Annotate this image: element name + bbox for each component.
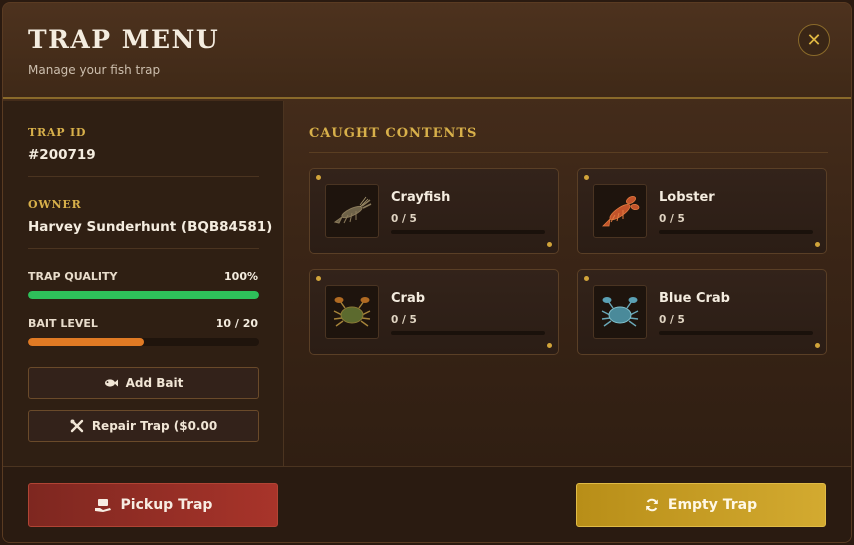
blue-crab-icon xyxy=(593,285,647,339)
catch-card-blue-crab: Blue Crab 0 / 5 xyxy=(577,269,827,355)
corner-rivet xyxy=(815,242,820,247)
refresh-icon xyxy=(646,498,658,512)
repair-trap-button[interactable]: Repair Trap ($0.00 xyxy=(28,410,259,442)
empty-trap-button[interactable]: Empty Trap xyxy=(576,483,826,527)
hand-holding-box-icon xyxy=(94,499,111,512)
empty-trap-label: Empty Trap xyxy=(667,497,758,513)
corner-rivet xyxy=(584,276,589,281)
catch-count: 0 / 5 xyxy=(391,314,417,326)
crab-icon xyxy=(325,285,379,339)
footer-actions: Pickup Trap Empty Trap xyxy=(3,466,851,542)
bait-level-bar xyxy=(28,338,259,346)
bait-level-fill xyxy=(28,338,144,346)
header: TRAP MENU Manage your fish trap ✕ xyxy=(3,3,851,99)
corner-rivet xyxy=(316,175,321,180)
trap-info-sidebar: TRAP ID #200719 OWNER Harvey Sunderhunt … xyxy=(3,101,284,466)
catch-name: Lobster xyxy=(659,190,715,205)
corner-rivet xyxy=(316,276,321,281)
bait-level-label: BAIT LEVEL xyxy=(28,317,98,330)
page-title: TRAP MENU xyxy=(28,25,220,54)
divider xyxy=(28,176,259,177)
section-divider xyxy=(309,152,828,153)
close-icon: ✕ xyxy=(806,29,822,51)
catch-progress-bar xyxy=(659,331,813,335)
pickup-trap-button[interactable]: Pickup Trap xyxy=(28,483,278,527)
corner-rivet xyxy=(815,343,820,348)
trap-quality-fill xyxy=(28,291,259,299)
corner-rivet xyxy=(584,175,589,180)
catch-count: 0 / 5 xyxy=(659,213,685,225)
add-bait-button[interactable]: Add Bait xyxy=(28,367,259,399)
trap-quality-label: TRAP QUALITY xyxy=(28,270,118,283)
owner-value: Harvey Sunderhunt (BQB84581) xyxy=(28,219,273,235)
divider xyxy=(28,248,259,249)
catch-progress-bar xyxy=(391,230,545,234)
catch-card-crab: Crab 0 / 5 xyxy=(309,269,559,355)
add-bait-label: Add Bait xyxy=(125,376,184,390)
corner-rivet xyxy=(547,343,552,348)
pickup-trap-label: Pickup Trap xyxy=(120,497,213,513)
crayfish-icon xyxy=(325,184,379,238)
catch-card-lobster: Lobster 0 / 5 xyxy=(577,168,827,254)
catch-card-crayfish: Crayfish 0 / 5 xyxy=(309,168,559,254)
owner-label: OWNER xyxy=(28,198,82,211)
tools-icon xyxy=(70,419,84,433)
section-title: CAUGHT CONTENTS xyxy=(309,126,478,141)
catch-name: Crayfish xyxy=(391,190,451,205)
catch-count: 0 / 5 xyxy=(391,213,417,225)
trap-id-value: #200719 xyxy=(28,147,96,163)
repair-trap-label: Repair Trap ($0.00 xyxy=(91,419,218,433)
caught-contents-section: CAUGHT CONTENTS Crayfish 0 / 5 Lobster 0… xyxy=(285,101,851,466)
trap-id-label: TRAP ID xyxy=(28,126,87,139)
lobster-icon xyxy=(593,184,647,238)
fish-icon xyxy=(104,379,118,387)
close-button[interactable]: ✕ xyxy=(798,24,830,56)
catch-count: 0 / 5 xyxy=(659,314,685,326)
catch-progress-bar xyxy=(659,230,813,234)
trap-quality-bar xyxy=(28,291,259,299)
catch-progress-bar xyxy=(391,331,545,335)
trap-quality-value: 100% xyxy=(224,270,258,283)
catch-name: Crab xyxy=(391,291,426,306)
bait-level-value: 10 / 20 xyxy=(215,317,258,330)
trap-menu-panel: TRAP MENU Manage your fish trap ✕ TRAP I… xyxy=(2,2,852,543)
corner-rivet xyxy=(547,242,552,247)
page-subtitle: Manage your fish trap xyxy=(28,63,161,77)
catch-name: Blue Crab xyxy=(659,291,730,306)
